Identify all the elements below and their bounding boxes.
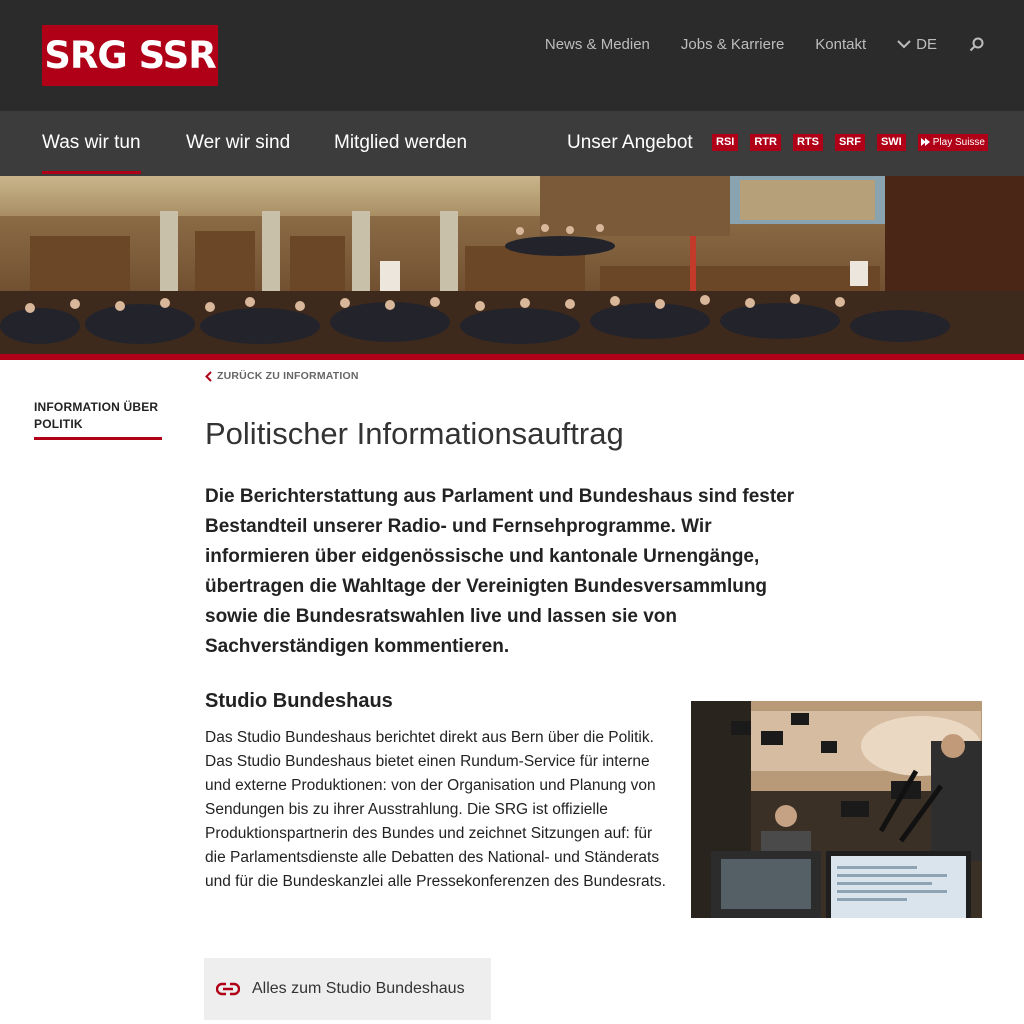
- language-label: DE: [916, 35, 937, 53]
- top-link-contact[interactable]: Kontakt: [815, 36, 866, 53]
- utility-nav: News & Medien Jobs & Karriere Kontakt DE: [514, 34, 984, 54]
- unit-rsi[interactable]: RSI: [712, 134, 739, 151]
- lead-paragraph: Die Berichterstattung aus Parlament und …: [205, 486, 795, 657]
- chevron-down-icon: [897, 39, 911, 48]
- hero-image: [0, 176, 1024, 354]
- language-selector[interactable]: DE: [897, 36, 937, 53]
- unit-play-suisse[interactable]: Play Suisse: [917, 134, 988, 151]
- nav-was-wir-tun[interactable]: Was wir tun: [42, 132, 141, 174]
- top-link-jobs[interactable]: Jobs & Karriere: [681, 36, 784, 53]
- page-title: Politischer Informationsauftrag: [205, 416, 624, 451]
- nav-mitglied-werden[interactable]: Mitglied werden: [334, 132, 467, 154]
- search-button[interactable]: [969, 37, 984, 52]
- sidebar-active-indicator: [34, 437, 162, 440]
- offer-label: Unser Angebot: [567, 132, 693, 153]
- section-title: Studio Bundeshaus: [205, 690, 393, 712]
- hero-divider: [0, 354, 1024, 360]
- link-icon: [216, 982, 240, 996]
- srg-ssr-logo[interactable]: SRG SSR: [42, 25, 218, 86]
- unit-swi[interactable]: SWI: [876, 134, 906, 151]
- unit-rts[interactable]: RTS: [792, 134, 823, 151]
- studio-photo: [691, 701, 982, 918]
- studio-bundeshaus-link-button[interactable]: Alles zum Studio Bundeshaus: [204, 958, 491, 1020]
- link-button-label: Alles zum Studio Bundeshaus: [252, 980, 465, 997]
- unit-rtr[interactable]: RTR: [750, 134, 781, 151]
- play-arrow-icon: [920, 138, 930, 146]
- back-link[interactable]: ZURÜCK ZU INFORMATION: [205, 370, 359, 382]
- sidebar-item-information-politik[interactable]: INFORMATION ÜBER POLITIK: [34, 399, 162, 433]
- top-link-news[interactable]: News & Medien: [545, 36, 650, 53]
- unit-srf[interactable]: SRF: [834, 134, 865, 151]
- search-icon: [969, 37, 984, 51]
- top-bar: SRG SSR News & Medien Jobs & Karriere Ko…: [0, 0, 1024, 111]
- chevron-left-icon: [205, 370, 212, 382]
- nav-wer-wir-sind[interactable]: Wer wir sind: [186, 132, 290, 154]
- unit-links: RSI RTR RTS SRF SWI Play Suisse: [712, 134, 988, 151]
- section-body: Das Studio Bundeshaus berichtet direkt a…: [205, 729, 666, 890]
